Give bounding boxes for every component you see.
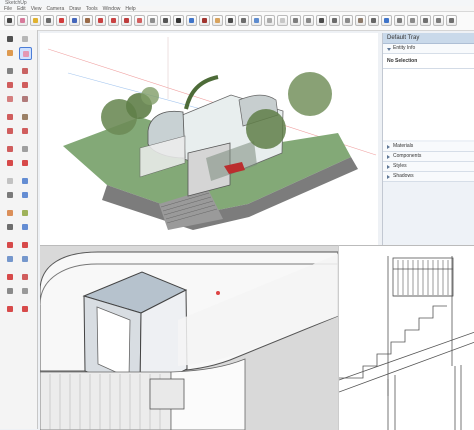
offset-icon[interactable] bbox=[134, 15, 145, 26]
section-icon[interactable] bbox=[251, 15, 262, 26]
menu-help[interactable]: Help bbox=[125, 6, 135, 12]
pan-tool-icon[interactable] bbox=[19, 157, 32, 170]
line-icon[interactable] bbox=[43, 15, 54, 26]
back-edges-icon[interactable] bbox=[303, 15, 314, 26]
pan-icon[interactable] bbox=[212, 15, 223, 26]
styles-header[interactable]: Styles bbox=[383, 162, 474, 172]
orbit-icon[interactable] bbox=[199, 15, 210, 26]
default-tray: Default Tray Entity Info No Selection Ma… bbox=[382, 33, 474, 245]
walk-icon[interactable] bbox=[4, 207, 17, 220]
menu-edit[interactable]: Edit bbox=[17, 6, 26, 12]
left-view-icon[interactable] bbox=[446, 15, 457, 26]
tape-measure-icon[interactable] bbox=[4, 175, 17, 188]
hidden-line-icon[interactable] bbox=[329, 15, 340, 26]
3d-text-icon[interactable] bbox=[19, 239, 32, 252]
paint-icon[interactable] bbox=[30, 15, 41, 26]
axes-tool-icon[interactable] bbox=[4, 239, 17, 252]
section-plane-icon[interactable] bbox=[19, 221, 32, 234]
add-detail-icon[interactable] bbox=[4, 303, 17, 316]
shadow-icon[interactable] bbox=[264, 15, 275, 26]
axes-icon[interactable] bbox=[186, 15, 197, 26]
stamp-icon[interactable] bbox=[4, 285, 17, 298]
top-view-icon[interactable] bbox=[394, 15, 405, 26]
scale-tool-icon[interactable] bbox=[4, 143, 17, 156]
move-tool-icon[interactable] bbox=[4, 111, 17, 124]
dimension-icon[interactable] bbox=[160, 15, 171, 26]
arc-icon[interactable] bbox=[56, 15, 67, 26]
polygon-tool-icon[interactable] bbox=[19, 93, 32, 106]
materials-header[interactable]: Materials bbox=[383, 142, 474, 152]
select-icon[interactable] bbox=[4, 15, 15, 26]
offset-tool-icon[interactable] bbox=[19, 143, 32, 156]
menu-draw[interactable]: Draw bbox=[69, 6, 81, 12]
detail-viewport[interactable] bbox=[40, 245, 338, 430]
protractor-icon[interactable] bbox=[19, 189, 32, 202]
push-pull-icon[interactable] bbox=[82, 15, 93, 26]
entity-info-header[interactable]: Entity Info bbox=[383, 44, 474, 54]
iso-view-icon[interactable] bbox=[407, 15, 418, 26]
entity-selection-state: No Selection bbox=[383, 54, 474, 69]
menu-tools[interactable]: Tools bbox=[86, 6, 98, 12]
push-pull-tool-icon[interactable] bbox=[19, 111, 32, 124]
menu-file[interactable]: File bbox=[4, 6, 12, 12]
tray-title: Default Tray bbox=[383, 33, 474, 44]
eraser-tool-icon[interactable] bbox=[19, 47, 32, 60]
look-around-icon[interactable] bbox=[19, 207, 32, 220]
component-tool-icon[interactable] bbox=[19, 33, 32, 46]
select-tool-icon[interactable] bbox=[4, 33, 17, 46]
shaded-icon[interactable] bbox=[342, 15, 353, 26]
freehand-icon[interactable] bbox=[19, 65, 32, 78]
rotate-tool-icon[interactable] bbox=[4, 125, 17, 138]
components-header[interactable]: Components bbox=[383, 152, 474, 162]
monochrome-icon[interactable] bbox=[368, 15, 379, 26]
section-drawing-viewport[interactable] bbox=[338, 245, 474, 430]
front-view-icon[interactable] bbox=[381, 15, 392, 26]
move-icon[interactable] bbox=[95, 15, 106, 26]
position-camera-icon[interactable] bbox=[4, 221, 17, 234]
xray-icon[interactable] bbox=[290, 15, 301, 26]
right-view-icon[interactable] bbox=[420, 15, 431, 26]
zoom-extents-tool-icon[interactable] bbox=[19, 253, 32, 266]
entity-info-panel bbox=[383, 69, 474, 140]
tape-icon[interactable] bbox=[147, 15, 158, 26]
follow-me-icon[interactable] bbox=[19, 125, 32, 138]
flip-edge-icon[interactable] bbox=[19, 303, 32, 316]
scale-icon[interactable] bbox=[121, 15, 132, 26]
orbit-tool-icon[interactable] bbox=[4, 157, 17, 170]
rectangle-tool-icon[interactable] bbox=[4, 79, 17, 92]
fog-icon[interactable] bbox=[277, 15, 288, 26]
menu-camera[interactable]: Camera bbox=[46, 6, 64, 12]
rectangle-icon[interactable] bbox=[69, 15, 80, 26]
main-3d-viewport[interactable] bbox=[40, 33, 378, 245]
left-toolbar bbox=[0, 30, 38, 429]
eraser-icon[interactable] bbox=[17, 15, 28, 26]
paint-bucket-icon[interactable] bbox=[4, 47, 17, 60]
arc-tool-icon[interactable] bbox=[4, 93, 17, 106]
shadows-header[interactable]: Shadows bbox=[383, 172, 474, 182]
menu-window[interactable]: Window bbox=[103, 6, 121, 12]
text-tool-icon[interactable] bbox=[19, 175, 32, 188]
rotate-icon[interactable] bbox=[108, 15, 119, 26]
top-toolbar bbox=[0, 12, 474, 31]
pencil-icon[interactable] bbox=[4, 65, 17, 78]
drape-icon[interactable] bbox=[19, 285, 32, 298]
textured-icon[interactable] bbox=[355, 15, 366, 26]
zoom-extents-icon[interactable] bbox=[238, 15, 249, 26]
smoove-icon[interactable] bbox=[19, 271, 32, 284]
zoom-icon[interactable] bbox=[225, 15, 236, 26]
sandbox-icon[interactable] bbox=[4, 271, 17, 284]
dimension-tool-icon[interactable] bbox=[4, 189, 17, 202]
text-icon[interactable] bbox=[173, 15, 184, 26]
circle-tool-icon[interactable] bbox=[19, 79, 32, 92]
wireframe-icon[interactable] bbox=[316, 15, 327, 26]
back-view-icon[interactable] bbox=[433, 15, 444, 26]
zoom-window-icon[interactable] bbox=[4, 253, 17, 266]
menu-view[interactable]: View bbox=[31, 6, 42, 12]
